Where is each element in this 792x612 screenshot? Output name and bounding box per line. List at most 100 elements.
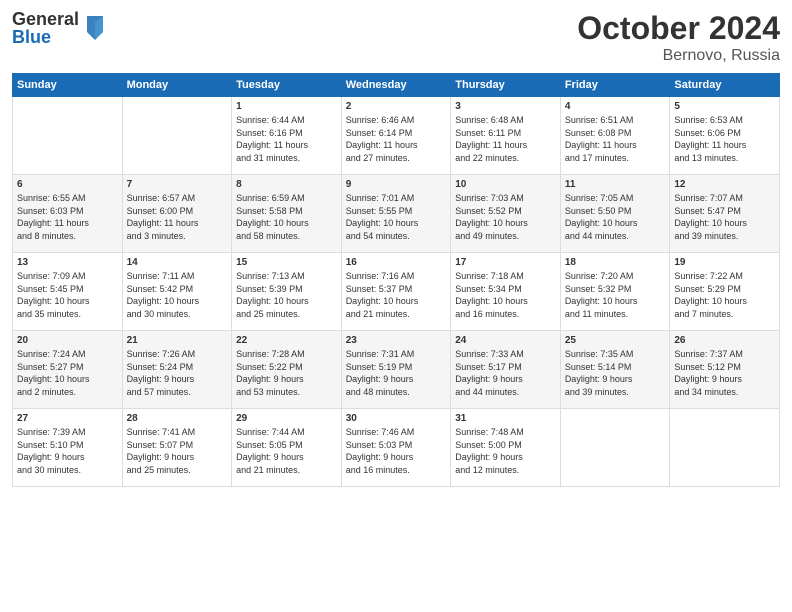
table-row: 19Sunrise: 7:22 AM Sunset: 5:29 PM Dayli… <box>670 253 780 331</box>
day-info: Sunrise: 7:26 AM Sunset: 5:24 PM Dayligh… <box>127 348 228 398</box>
day-number: 27 <box>17 413 118 424</box>
page-header: General Blue October 2024 Bernovo, Russi… <box>12 10 780 65</box>
logo-icon <box>83 14 107 42</box>
day-info: Sunrise: 7:44 AM Sunset: 5:05 PM Dayligh… <box>236 426 337 476</box>
page-container: General Blue October 2024 Bernovo, Russi… <box>0 0 792 495</box>
header-friday: Friday <box>560 74 670 97</box>
calendar-week-row: 13Sunrise: 7:09 AM Sunset: 5:45 PM Dayli… <box>13 253 780 331</box>
day-number: 17 <box>455 257 556 268</box>
table-row: 28Sunrise: 7:41 AM Sunset: 5:07 PM Dayli… <box>122 409 232 487</box>
day-info: Sunrise: 7:18 AM Sunset: 5:34 PM Dayligh… <box>455 270 556 320</box>
day-info: Sunrise: 7:33 AM Sunset: 5:17 PM Dayligh… <box>455 348 556 398</box>
day-info: Sunrise: 6:55 AM Sunset: 6:03 PM Dayligh… <box>17 192 118 242</box>
table-row: 8Sunrise: 6:59 AM Sunset: 5:58 PM Daylig… <box>232 175 342 253</box>
month-title: October 2024 <box>577 10 780 47</box>
calendar-week-row: 6 Sunrise: 6:55 AM Sunset: 6:03 PM Daylig… <box>13 175 780 253</box>
day-number: 8 <box>236 179 337 190</box>
day-number: 29 <box>236 413 337 424</box>
table-row: 30 Sunrise: 7:46 AM Sunset: 5:03 PM Dayli… <box>341 409 451 487</box>
table-row <box>560 409 670 487</box>
day-number: 11 <box>565 179 666 190</box>
day-info: Sunrise: 7:31 AM Sunset: 5:19 PM Dayligh… <box>346 348 447 398</box>
table-row: 24 Sunrise: 7:33 AM Sunset: 5:17 PM Dayli… <box>451 331 561 409</box>
day-info: Sunrise: 7:11 AM Sunset: 5:42 PM Dayligh… <box>127 270 228 320</box>
day-number: 31 <box>455 413 556 424</box>
day-info: Sunrise: 7:13 AM Sunset: 5:39 PM Dayligh… <box>236 270 337 320</box>
day-info: Sunrise: 6:46 AM Sunset: 6:14 PM Dayligh… <box>346 114 447 164</box>
header-tuesday: Tuesday <box>232 74 342 97</box>
day-info: Sunrise: 7:35 AM Sunset: 5:14 PM Dayligh… <box>565 348 666 398</box>
table-row: 12 Sunrise: 7:07 AM Sunset: 5:47 PM Dayli… <box>670 175 780 253</box>
day-number: 1 <box>236 101 337 112</box>
table-row: 22Sunrise: 7:28 AM Sunset: 5:22 PM Dayli… <box>232 331 342 409</box>
table-row: 23 Sunrise: 7:31 AM Sunset: 5:19 PM Dayli… <box>341 331 451 409</box>
day-info: Sunrise: 7:22 AM Sunset: 5:29 PM Dayligh… <box>674 270 775 320</box>
day-info: Sunrise: 7:48 AM Sunset: 5:00 PM Dayligh… <box>455 426 556 476</box>
day-info: Sunrise: 7:24 AM Sunset: 5:27 PM Dayligh… <box>17 348 118 398</box>
day-info: Sunrise: 7:41 AM Sunset: 5:07 PM Dayligh… <box>127 426 228 476</box>
day-info: Sunrise: 7:03 AM Sunset: 5:52 PM Dayligh… <box>455 192 556 242</box>
calendar-week-row: 27 Sunrise: 7:39 AM Sunset: 5:10 PM Dayli… <box>13 409 780 487</box>
table-row: 18Sunrise: 7:20 AM Sunset: 5:32 PM Dayli… <box>560 253 670 331</box>
location: Bernovo, Russia <box>577 47 780 65</box>
day-number: 2 <box>346 101 447 112</box>
day-number: 26 <box>674 335 775 346</box>
table-row: 20 Sunrise: 7:24 AM Sunset: 5:27 PM Dayli… <box>13 331 123 409</box>
table-row: 6 Sunrise: 6:55 AM Sunset: 6:03 PM Daylig… <box>13 175 123 253</box>
day-number: 24 <box>455 335 556 346</box>
table-row <box>13 97 123 175</box>
table-row: 21 Sunrise: 7:26 AM Sunset: 5:24 PM Dayli… <box>122 331 232 409</box>
table-row: 4 Sunrise: 6:51 AM Sunset: 6:08 PM Daylig… <box>560 97 670 175</box>
table-row: 10 Sunrise: 7:03 AM Sunset: 5:52 PM Dayli… <box>451 175 561 253</box>
day-info: Sunrise: 7:39 AM Sunset: 5:10 PM Dayligh… <box>17 426 118 476</box>
calendar-header-row: Sunday Monday Tuesday Wednesday Thursday… <box>13 74 780 97</box>
day-number: 20 <box>17 335 118 346</box>
day-number: 10 <box>455 179 556 190</box>
day-info: Sunrise: 6:51 AM Sunset: 6:08 PM Dayligh… <box>565 114 666 164</box>
table-row: 27 Sunrise: 7:39 AM Sunset: 5:10 PM Dayli… <box>13 409 123 487</box>
table-row: 7Sunrise: 6:57 AM Sunset: 6:00 PM Daylig… <box>122 175 232 253</box>
table-row <box>670 409 780 487</box>
day-info: Sunrise: 7:37 AM Sunset: 5:12 PM Dayligh… <box>674 348 775 398</box>
day-info: Sunrise: 7:01 AM Sunset: 5:55 PM Dayligh… <box>346 192 447 242</box>
table-row: 2 Sunrise: 6:46 AM Sunset: 6:14 PM Daylig… <box>341 97 451 175</box>
calendar-table: Sunday Monday Tuesday Wednesday Thursday… <box>12 73 780 487</box>
header-sunday: Sunday <box>13 74 123 97</box>
table-row: 26 Sunrise: 7:37 AM Sunset: 5:12 PM Dayli… <box>670 331 780 409</box>
day-number: 25 <box>565 335 666 346</box>
table-row: 29 Sunrise: 7:44 AM Sunset: 5:05 PM Dayli… <box>232 409 342 487</box>
day-info: Sunrise: 6:44 AM Sunset: 6:16 PM Dayligh… <box>236 114 337 164</box>
table-row: 25 Sunrise: 7:35 AM Sunset: 5:14 PM Dayli… <box>560 331 670 409</box>
day-number: 23 <box>346 335 447 346</box>
day-number: 12 <box>674 179 775 190</box>
day-info: Sunrise: 7:09 AM Sunset: 5:45 PM Dayligh… <box>17 270 118 320</box>
day-number: 30 <box>346 413 447 424</box>
table-row: 9 Sunrise: 7:01 AM Sunset: 5:55 PM Daylig… <box>341 175 451 253</box>
day-number: 4 <box>565 101 666 112</box>
table-row: 17 Sunrise: 7:18 AM Sunset: 5:34 PM Dayli… <box>451 253 561 331</box>
header-wednesday: Wednesday <box>341 74 451 97</box>
table-row <box>122 97 232 175</box>
day-info: Sunrise: 6:53 AM Sunset: 6:06 PM Dayligh… <box>674 114 775 164</box>
day-number: 15 <box>236 257 337 268</box>
day-info: Sunrise: 7:28 AM Sunset: 5:22 PM Dayligh… <box>236 348 337 398</box>
logo: General Blue <box>12 10 107 46</box>
day-info: Sunrise: 7:07 AM Sunset: 5:47 PM Dayligh… <box>674 192 775 242</box>
day-number: 21 <box>127 335 228 346</box>
day-number: 18 <box>565 257 666 268</box>
table-row: 1 Sunrise: 6:44 AM Sunset: 6:16 PM Daylig… <box>232 97 342 175</box>
logo-blue: Blue <box>12 28 79 46</box>
day-number: 3 <box>455 101 556 112</box>
table-row: 16Sunrise: 7:16 AM Sunset: 5:37 PM Dayli… <box>341 253 451 331</box>
day-number: 9 <box>346 179 447 190</box>
day-number: 5 <box>674 101 775 112</box>
day-info: Sunrise: 7:16 AM Sunset: 5:37 PM Dayligh… <box>346 270 447 320</box>
calendar-week-row: 20 Sunrise: 7:24 AM Sunset: 5:27 PM Dayli… <box>13 331 780 409</box>
day-info: Sunrise: 6:57 AM Sunset: 6:00 PM Dayligh… <box>127 192 228 242</box>
day-number: 6 <box>17 179 118 190</box>
table-row: 5 Sunrise: 6:53 AM Sunset: 6:06 PM Daylig… <box>670 97 780 175</box>
day-info: Sunrise: 7:05 AM Sunset: 5:50 PM Dayligh… <box>565 192 666 242</box>
calendar-week-row: 1 Sunrise: 6:44 AM Sunset: 6:16 PM Daylig… <box>13 97 780 175</box>
day-info: Sunrise: 7:46 AM Sunset: 5:03 PM Dayligh… <box>346 426 447 476</box>
table-row: 31 Sunrise: 7:48 AM Sunset: 5:00 PM Dayli… <box>451 409 561 487</box>
